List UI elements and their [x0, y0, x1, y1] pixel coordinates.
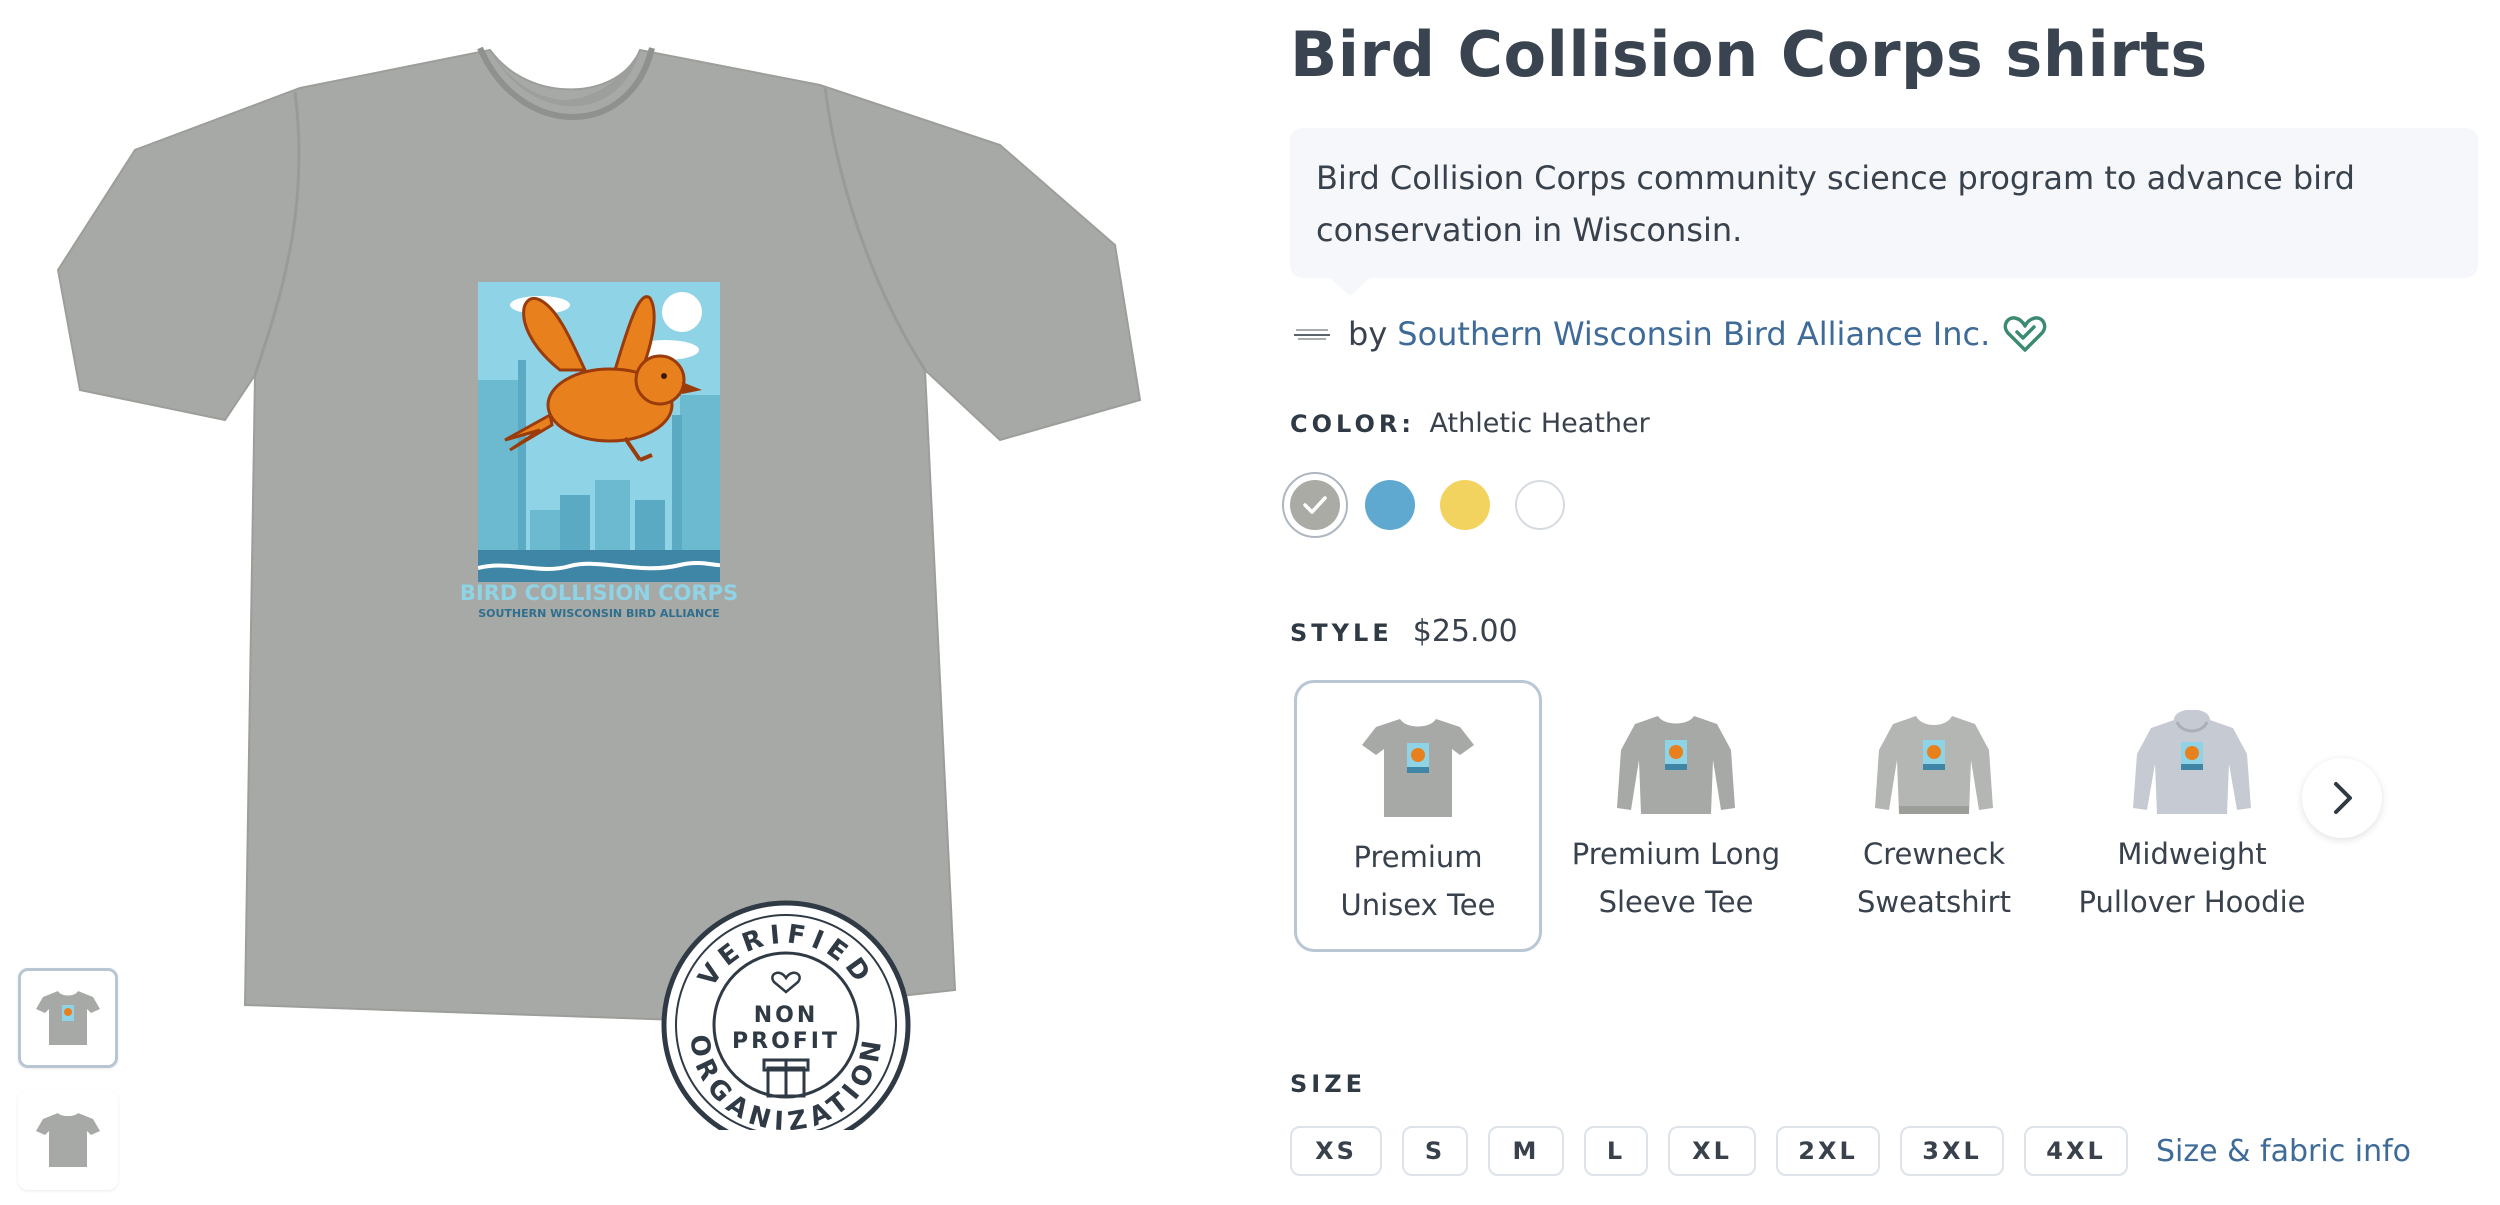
bird-alliance-logo-icon — [1294, 329, 1330, 340]
description-text: Bird Collision Corps community science p… — [1316, 159, 2355, 249]
style-next-button[interactable] — [2302, 758, 2382, 838]
follow-heart-icon[interactable] — [2002, 311, 2048, 357]
color-swatches — [1282, 472, 1590, 538]
chevron-right-icon — [2334, 782, 2352, 814]
product-description: Bird Collision Corps community science p… — [1290, 128, 2478, 296]
size-option-l[interactable]: L — [1584, 1126, 1648, 1176]
long-sleeve-icon — [1617, 716, 1735, 814]
style-options: Premium Unisex Tee Premium Long Sleeve T… — [1294, 680, 2326, 952]
size-option-s[interactable]: S — [1402, 1126, 1468, 1176]
color-value: Athletic Heather — [1429, 408, 1650, 439]
verified-nonprofit-badge: VERIFIED ORGANIZATION NON PROFIT — [661, 900, 911, 1150]
image-thumbnails — [18, 968, 122, 1205]
product-title: Bird Collision Corps shirts — [1290, 18, 2208, 91]
badge-line-non: NON — [754, 1003, 819, 1028]
seller-name-link[interactable]: Southern Wisconsin Bird Alliance Inc. — [1397, 315, 1990, 353]
size-option-3xl[interactable]: 3XL — [1900, 1126, 2004, 1176]
checkmark-icon — [1303, 496, 1327, 514]
style-option-label: Crewneck Sweatshirt — [1857, 837, 2011, 919]
size-label: SIZE — [1290, 1070, 1367, 1098]
size-fabric-info-link[interactable]: Size & fabric info — [2156, 1134, 2411, 1169]
seller-row: by Southern Wisconsin Bird Alliance Inc. — [1290, 312, 2048, 356]
size-option-xl[interactable]: XL — [1668, 1126, 1756, 1176]
style-option-label: Premium Unisex Tee — [1340, 840, 1496, 922]
tshirt-back-thumb-icon — [36, 1113, 100, 1167]
thumbnail-front[interactable] — [18, 968, 118, 1068]
swatch-yellow[interactable] — [1440, 480, 1490, 530]
size-option-xs[interactable]: XS — [1290, 1126, 1382, 1176]
seller-logo[interactable] — [1290, 312, 1334, 356]
style-option-label: Premium Long Sleeve Tee — [1571, 837, 1781, 919]
tshirt-thumb-icon — [36, 991, 100, 1045]
swatch-athletic-heather[interactable] — [1282, 472, 1348, 538]
seller-by-label: by — [1348, 315, 1388, 353]
swatch-blue[interactable] — [1365, 480, 1415, 530]
shirt-print-title: BIRD COLLISION CORPS — [460, 581, 738, 605]
color-label: COLOR: — [1290, 410, 1415, 438]
hoodie-icon — [2133, 710, 2251, 814]
style-option-premium-unisex-tee[interactable]: Premium Unisex Tee — [1294, 680, 1542, 952]
size-option-2xl[interactable]: 2XL — [1776, 1126, 1880, 1176]
color-label-row: COLOR: Athletic Heather — [1290, 408, 1650, 439]
style-option-label: Midweight Pullover Hoodie — [2078, 837, 2306, 919]
thumbnail-back[interactable] — [18, 1090, 118, 1190]
product-hero-image: BIRD COLLISION CORPS SOUTHERN WISCONSIN … — [40, 30, 1200, 1150]
sweatshirt-icon — [1875, 716, 1993, 814]
size-option-m[interactable]: M — [1488, 1126, 1564, 1176]
style-price: $25.00 — [1412, 614, 1518, 649]
badge-line-profit: PROFIT — [732, 1029, 840, 1054]
tee-icon — [1362, 719, 1474, 817]
shirt-print-subtitle: SOUTHERN WISCONSIN BIRD ALLIANCE — [478, 607, 720, 620]
style-label: STYLE — [1290, 619, 1393, 647]
swatch-fill — [1290, 480, 1340, 530]
style-option-premium-long-sleeve-tee[interactable]: Premium Long Sleeve Tee — [1552, 680, 1800, 952]
shirt-print-artwork: BIRD COLLISION CORPS SOUTHERN WISCONSIN … — [460, 282, 738, 620]
tshirt-image: BIRD COLLISION CORPS SOUTHERN WISCONSIN … — [56, 46, 1142, 1150]
style-option-crewneck-sweatshirt[interactable]: Crewneck Sweatshirt — [1810, 680, 2058, 952]
swatch-white[interactable] — [1515, 480, 1565, 530]
size-option-4xl[interactable]: 4XL — [2024, 1126, 2128, 1176]
size-options: XS S M L XL 2XL 3XL 4XL Size & fabric in… — [1290, 1126, 2411, 1176]
style-option-midweight-pullover-hoodie[interactable]: Midweight Pullover Hoodie — [2068, 680, 2316, 952]
style-label-row: STYLE $25.00 — [1290, 614, 1518, 649]
